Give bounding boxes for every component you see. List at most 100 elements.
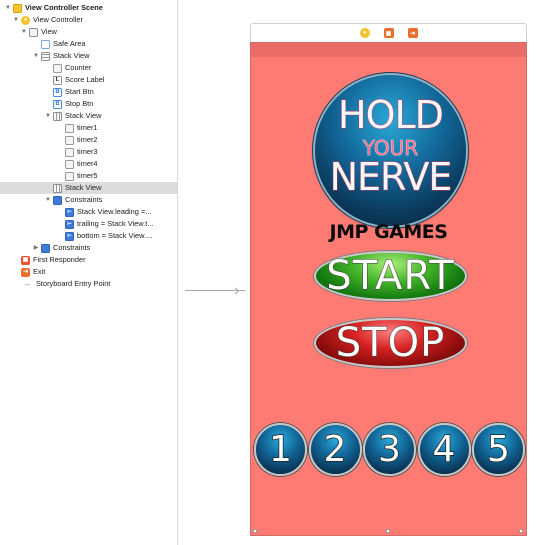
status-bar-area [251,43,526,57]
outline-row[interactable]: timer5 [0,170,177,182]
outline-row-label: Stack View.leading =... [77,207,152,216]
logo-text-hold: HOLD [338,93,445,137]
constraints-icon [41,243,50,253]
disclosure-triangle-icon[interactable]: ▼ [44,110,52,122]
timer-2[interactable]: 2 [308,423,362,476]
outline-row-label: timer5 [77,171,98,180]
score-label[interactable]: JMP GAMES [251,221,526,243]
first-responder-icon: ▣ [21,255,30,265]
constraint-icon: ⊢ [65,231,74,241]
outline-row[interactable]: ▼ Stack View [0,50,177,62]
timer-4[interactable]: 4 [417,423,471,476]
outline-row-label: bottom = Stack View.... [77,231,153,240]
timers-stack-view[interactable]: 1 2 3 4 5 [254,423,525,479]
scene-dock[interactable]: ● ▣ ⇥ [250,23,527,42]
outline-row-label: timer2 [77,135,98,144]
exit-icon: ⇥ [21,267,30,277]
view-icon [29,27,38,37]
timer-number: 3 [377,428,401,470]
outline-row[interactable]: ⊢ bottom = Stack View.... [0,230,177,242]
outline-row[interactable]: ⇥ Exit [0,266,177,278]
outline-row-label: Stop Btn [65,99,94,108]
logo-text-nerve: NERVE [329,155,453,199]
label-icon: L [53,75,62,85]
outline-row-label: Stack View [65,183,102,192]
outline-row[interactable]: ▼ Stack View [0,110,177,122]
stop-button-label: STOP [335,320,446,367]
outline-row-label: Start Btn [65,87,94,96]
disclosure-triangle-icon[interactable]: ▼ [32,50,40,62]
counter-image[interactable]: HOLD YOUR NERVE [315,75,466,226]
first-responder-icon[interactable]: ▣ [383,28,394,38]
timer-3[interactable]: 3 [363,423,416,476]
view-controller-view[interactable]: HOLD YOUR NERVE JMP GAMES START STOP 1 2… [250,42,527,536]
outline-row-label: Stack View [65,111,102,120]
timer-number: 2 [323,428,347,470]
safe-area-icon [41,39,50,49]
outline-row[interactable]: ⊢ trailing = Stack View.t... [0,218,177,230]
horizontal-stack-view-icon [53,111,62,121]
disclosure-triangle-icon[interactable]: ▼ [12,14,20,26]
outline-row-label: Stack View [53,51,90,60]
outline-row[interactable]: B Stop Btn [0,98,177,110]
timer-1[interactable]: 1 [254,423,307,476]
document-outline: ▼ View Controller Scene ▼ ● View Controller ▼… [0,0,177,545]
scene-icon [13,3,22,13]
button-icon: B [53,87,62,97]
timer-number: 1 [268,428,292,470]
outline-row[interactable]: ▼ View [0,26,177,38]
outline-row-label: View Controller [33,15,83,24]
outline-row[interactable]: Counter [0,62,177,74]
entry-point-arrow-icon[interactable]: › [234,281,248,300]
stack-view-icon [41,51,50,61]
disclosure-triangle-icon[interactable]: ▼ [20,26,28,38]
stop-button[interactable]: STOP [314,318,467,368]
outline-row-label: Constraints [65,195,103,204]
outline-row-label: Counter [65,63,92,72]
outline-row[interactable]: ▶ Constraints [0,242,177,254]
outline-row[interactable]: Stack View [0,182,177,194]
image-view-icon [65,135,74,145]
start-button-label: START [326,253,455,300]
outline-row-label: View [41,27,57,36]
disclosure-triangle-icon[interactable]: ▶ [32,242,40,254]
resize-handle[interactable] [386,529,390,533]
resize-handle[interactable] [253,529,257,533]
start-button[interactable]: START [314,251,467,301]
horizontal-stack-view-icon [53,183,62,193]
entry-arrow-icon: → [23,279,31,288]
disclosure-triangle-icon[interactable]: ▼ [44,194,52,206]
outline-row[interactable]: L Score Label [0,74,177,86]
view-controller-icon[interactable]: ● [359,28,370,38]
outline-row[interactable]: ▼ ● View Controller [0,14,177,26]
view-controller-icon: ● [21,15,30,25]
outline-row-label: Score Label [65,75,105,84]
outline-row-label: Safe Area [53,39,86,48]
timer-number: 4 [432,428,456,470]
outline-row[interactable]: ▼ Constraints [0,194,177,206]
outline-row[interactable]: ▼ View Controller Scene [0,2,177,14]
outline-row-label: Exit [33,267,46,276]
outline-row[interactable]: ▣ First Responder [0,254,177,266]
timer-number: 5 [486,428,510,470]
outline-row[interactable]: timer1 [0,122,177,134]
image-view-icon [65,123,74,133]
outline-row[interactable]: ⊢ Stack View.leading =... [0,206,177,218]
disclosure-triangle-icon[interactable]: ▼ [4,2,12,14]
outline-row[interactable]: timer2 [0,134,177,146]
outline-row-label: Storyboard Entry Point [36,279,111,288]
outline-row-label: timer1 [77,123,98,132]
outline-row[interactable]: timer3 [0,146,177,158]
resize-handle[interactable] [519,529,523,533]
outline-row-label: trailing = Stack View.t... [77,219,154,228]
outline-row[interactable]: → Storyboard Entry Point [0,278,177,290]
outline-row[interactable]: B Start Btn [0,86,177,98]
image-view-icon [65,159,74,169]
image-view-icon [65,171,74,181]
outline-row[interactable]: Safe Area [0,38,177,50]
exit-icon[interactable]: ⇥ [407,28,418,38]
timer-5[interactable]: 5 [472,423,525,476]
image-view-icon [65,147,74,157]
constraint-icon: ⊢ [65,219,74,229]
outline-row[interactable]: timer4 [0,158,177,170]
